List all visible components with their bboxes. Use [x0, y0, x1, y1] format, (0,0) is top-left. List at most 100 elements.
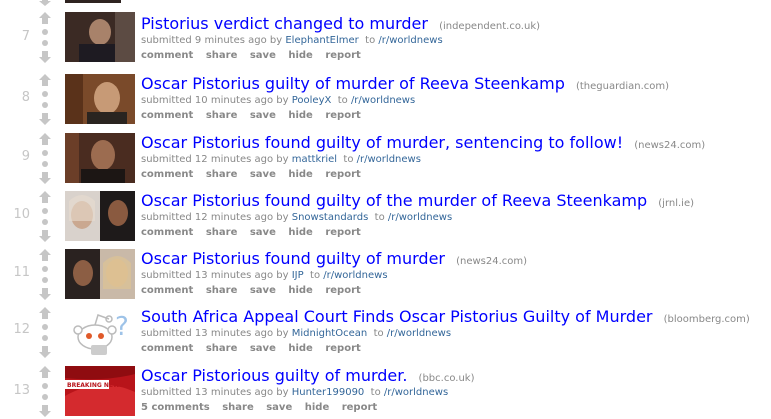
upvote-arrow-icon[interactable] [38, 366, 52, 378]
share-button[interactable]: share [222, 402, 254, 413]
post-entry: Pistorius verdict changed to murder (ind… [141, 14, 771, 61]
comments-button[interactable]: comment [141, 169, 193, 180]
comments-button[interactable]: comment [141, 110, 193, 121]
hide-button[interactable]: hide [305, 402, 330, 413]
save-button[interactable]: save [250, 285, 276, 296]
save-button[interactable]: save [250, 343, 276, 354]
subreddit-link[interactable]: /r/worldnews [323, 270, 387, 281]
report-button[interactable]: report [325, 343, 360, 354]
score-dot [42, 277, 48, 283]
subreddit-link[interactable]: /r/worldnews [384, 387, 448, 398]
upvote-arrow-icon[interactable] [38, 307, 52, 319]
hide-button[interactable]: hide [288, 285, 313, 296]
downvote-arrow-icon[interactable] [38, 288, 52, 300]
post-title-link[interactable]: South Africa Appeal Court Finds Oscar Pi… [141, 307, 653, 326]
comments-button[interactable]: comment [141, 227, 193, 238]
rank-number: 12 [13, 322, 30, 337]
downvote-arrow-icon[interactable] [38, 51, 52, 63]
upvote-arrow-icon[interactable] [38, 191, 52, 203]
post-domain[interactable]: (theguardian.com) [576, 81, 669, 92]
comments-button[interactable]: comment [141, 50, 193, 61]
to-text: to [337, 95, 348, 106]
upvote-arrow-icon[interactable] [38, 12, 52, 24]
report-button[interactable]: report [325, 285, 360, 296]
post-domain[interactable]: (news24.com) [456, 256, 527, 267]
report-button[interactable]: report [325, 50, 360, 61]
rank-number: 10 [13, 207, 30, 222]
submitted-text: submitted 9 minutes ago by [141, 35, 283, 46]
comments-button[interactable]: comment [141, 343, 193, 354]
hide-button[interactable]: hide [288, 169, 313, 180]
subreddit-link[interactable]: /r/worldnews [357, 154, 421, 165]
post-thumbnail[interactable] [65, 133, 135, 183]
post-domain[interactable]: (bloomberg.com) [664, 314, 750, 325]
score-dot [42, 383, 48, 389]
post-title-link[interactable]: Oscar Pistorius guilty of murder of Reev… [141, 74, 565, 93]
post-domain[interactable]: (independent.co.uk) [439, 21, 540, 32]
downvote-arrow-icon[interactable] [38, 0, 52, 6]
report-button[interactable]: report [325, 169, 360, 180]
save-button[interactable]: save [250, 169, 276, 180]
report-button[interactable]: report [342, 402, 377, 413]
share-button[interactable]: share [206, 227, 238, 238]
save-button[interactable]: save [266, 402, 292, 413]
downvote-arrow-icon[interactable] [38, 346, 52, 358]
report-button[interactable]: report [325, 110, 360, 121]
post-thumbnail[interactable] [65, 249, 135, 299]
post-actions: comment share save hide report [141, 285, 771, 296]
author-link[interactable]: Snowstandards [292, 212, 369, 223]
downvote-arrow-icon[interactable] [38, 113, 52, 125]
post-title-link[interactable]: Oscar Pistorius found guilty of murder, … [141, 133, 623, 152]
author-link[interactable]: IJP [292, 270, 304, 281]
post-thumbnail[interactable] [65, 191, 135, 241]
to-text: to [373, 328, 384, 339]
save-button[interactable]: save [250, 227, 276, 238]
share-button[interactable]: share [206, 343, 238, 354]
post-title-link[interactable]: Oscar Pistorius found guilty of murder [141, 249, 445, 268]
author-link[interactable]: ElephantElmer [285, 35, 358, 46]
post-thumbnail[interactable]: BREAKING NEWS [65, 366, 135, 416]
post-thumbnail[interactable]: ? [65, 307, 135, 357]
subreddit-link[interactable]: /r/worldnews [387, 328, 451, 339]
subreddit-link[interactable]: /r/worldnews [351, 95, 415, 106]
subreddit-link[interactable]: /r/worldnews [388, 212, 452, 223]
save-button[interactable]: save [250, 50, 276, 61]
post-entry: Oscar Pistorius found guilty of murder, … [141, 133, 771, 180]
upvote-arrow-icon[interactable] [38, 133, 52, 145]
post-actions: comment share save hide report [141, 343, 771, 354]
downvote-arrow-icon[interactable] [38, 172, 52, 184]
share-button[interactable]: share [206, 285, 238, 296]
score-dot [42, 29, 48, 35]
hide-button[interactable]: hide [288, 50, 313, 61]
hide-button[interactable]: hide [288, 110, 313, 121]
comments-button[interactable]: comment [141, 285, 193, 296]
post-domain[interactable]: (jrnl.ie) [658, 198, 694, 209]
author-link[interactable]: PooleyX [292, 95, 332, 106]
post-title-link[interactable]: Pistorius verdict changed to murder [141, 14, 428, 33]
post-thumbnail[interactable] [65, 12, 135, 62]
post-title-link[interactable]: Oscar Pistorius found guilty of the murd… [141, 191, 647, 210]
comments-button[interactable]: 5 comments [141, 402, 210, 413]
hide-button[interactable]: hide [288, 343, 313, 354]
post-title-link[interactable]: Oscar Pistorious guilty of murder. [141, 366, 407, 385]
share-button[interactable]: share [206, 50, 238, 61]
save-button[interactable]: save [250, 110, 276, 121]
downvote-arrow-icon[interactable] [38, 405, 52, 417]
thumbnail-fragment[interactable] [65, 0, 121, 3]
downvote-arrow-icon[interactable] [38, 230, 52, 242]
author-link[interactable]: MidnightOcean [292, 328, 367, 339]
breaking-news-thumbnail-icon: BREAKING NEWS [65, 366, 135, 416]
author-link[interactable]: Hunter199090 [292, 387, 365, 398]
hide-button[interactable]: hide [288, 227, 313, 238]
share-button[interactable]: share [206, 110, 238, 121]
upvote-arrow-icon[interactable] [38, 249, 52, 261]
post-thumbnail[interactable] [65, 74, 135, 124]
subreddit-link[interactable]: /r/worldnews [378, 35, 442, 46]
share-button[interactable]: share [206, 169, 238, 180]
post-domain[interactable]: (news24.com) [634, 140, 705, 151]
author-link[interactable]: mattkriel [292, 154, 337, 165]
report-button[interactable]: report [325, 227, 360, 238]
upvote-arrow-icon[interactable] [38, 74, 52, 86]
vote-controls [38, 366, 52, 417]
post-domain[interactable]: (bbc.co.uk) [419, 373, 475, 384]
